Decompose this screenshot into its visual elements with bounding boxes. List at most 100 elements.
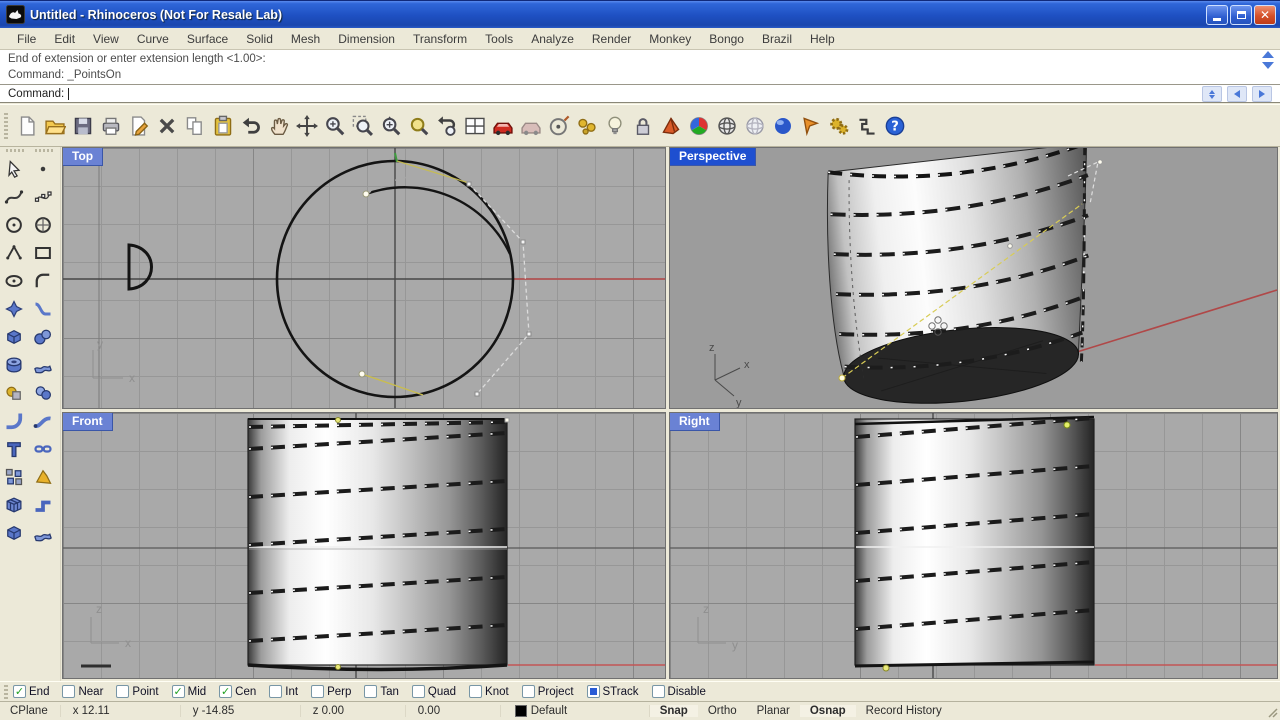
osnap-perp[interactable]: Perp bbox=[311, 685, 351, 698]
viewport-right[interactable]: z y Right bbox=[669, 412, 1278, 679]
settings-gears-button[interactable] bbox=[825, 112, 853, 140]
render-preview-button[interactable] bbox=[517, 112, 545, 140]
shade-mode-button[interactable] bbox=[657, 112, 685, 140]
menu-item-analyze[interactable]: Analyze bbox=[522, 30, 583, 48]
tool-mesh-strip-button[interactable] bbox=[29, 351, 56, 379]
resize-grip[interactable] bbox=[1266, 706, 1278, 718]
menu-item-render[interactable]: Render bbox=[583, 30, 640, 48]
menu-item-view[interactable]: View bbox=[84, 30, 128, 48]
history-record-button[interactable] bbox=[853, 112, 881, 140]
tool-fillet-edge-button[interactable] bbox=[0, 407, 27, 435]
tool-surface-patch-button[interactable] bbox=[0, 295, 27, 323]
tool-solid-box-button[interactable] bbox=[0, 323, 27, 351]
viewport-title-top[interactable]: Top bbox=[63, 148, 104, 166]
tool-point-edit-button[interactable] bbox=[29, 183, 56, 211]
osnap-int[interactable]: Int bbox=[269, 685, 298, 698]
osnap-point[interactable]: Point bbox=[116, 685, 159, 698]
print-button[interactable] bbox=[97, 112, 125, 140]
close-button[interactable]: ✕ bbox=[1254, 4, 1276, 25]
tool-boolean-diff-button[interactable] bbox=[29, 379, 56, 407]
command-history[interactable]: End of extension or enter extension leng… bbox=[0, 50, 1280, 85]
status-pane-planar[interactable]: Planar bbox=[747, 705, 800, 717]
tool-fin-tool-button[interactable] bbox=[29, 463, 56, 491]
osnap-cen[interactable]: ✓ Cen bbox=[219, 685, 256, 698]
osnap-near[interactable]: Near bbox=[62, 685, 103, 698]
rotate-view-button[interactable] bbox=[293, 112, 321, 140]
command-next-button[interactable] bbox=[1252, 86, 1272, 102]
osnap-end[interactable]: ✓ End bbox=[13, 685, 49, 698]
tool-solid-tube-button[interactable] bbox=[0, 351, 27, 379]
cylinder-3d[interactable] bbox=[818, 148, 1112, 408]
control-point[interactable] bbox=[474, 391, 480, 397]
scroll-down-icon[interactable] bbox=[1262, 62, 1274, 69]
viewport-perspective[interactable]: z x y Perspective bbox=[669, 147, 1278, 409]
control-point[interactable] bbox=[520, 239, 526, 245]
osnap-mid[interactable]: ✓ Mid bbox=[171, 685, 206, 698]
menu-item-file[interactable]: File bbox=[8, 30, 45, 48]
viewport-title-right[interactable]: Right bbox=[670, 413, 720, 431]
lock-button[interactable] bbox=[629, 112, 657, 140]
viewport-front[interactable]: z x Front bbox=[62, 412, 666, 679]
gumball-balls-button[interactable] bbox=[573, 112, 601, 140]
menu-item-edit[interactable]: Edit bbox=[45, 30, 84, 48]
menu-item-brazil[interactable]: Brazil bbox=[753, 30, 801, 48]
control-point[interactable] bbox=[335, 417, 341, 423]
tool-solid-spheres-button[interactable] bbox=[29, 323, 56, 351]
viewport-title-perspective[interactable]: Perspective bbox=[670, 148, 757, 166]
tool-elbow-button[interactable] bbox=[29, 491, 56, 519]
save-button[interactable] bbox=[69, 112, 97, 140]
orient-cplane-button[interactable] bbox=[545, 112, 573, 140]
osnap-project[interactable]: Project bbox=[521, 685, 574, 698]
menu-item-monkey[interactable]: Monkey bbox=[640, 30, 700, 48]
control-point[interactable] bbox=[838, 374, 846, 382]
zoom-window-button[interactable] bbox=[349, 112, 377, 140]
control-point[interactable] bbox=[1097, 159, 1103, 165]
menu-item-curve[interactable]: Curve bbox=[128, 30, 178, 48]
status-pane-record-history[interactable]: Record History bbox=[856, 705, 952, 717]
osnap-quad[interactable]: Quad bbox=[411, 685, 456, 698]
command-line[interactable]: Command: bbox=[0, 85, 1280, 103]
tool-boolean-union-button[interactable] bbox=[0, 379, 27, 407]
osnap-knot[interactable]: Knot bbox=[469, 685, 509, 698]
render-car-button[interactable] bbox=[489, 112, 517, 140]
menu-item-surface[interactable]: Surface bbox=[178, 30, 237, 48]
viewport-title-front[interactable]: Front bbox=[63, 413, 113, 431]
viewport-top[interactable]: y x Top bbox=[62, 147, 666, 409]
zoom-button[interactable] bbox=[321, 112, 349, 140]
menu-item-solid[interactable]: Solid bbox=[237, 30, 282, 48]
scroll-up-icon[interactable] bbox=[1262, 51, 1274, 58]
tool-solid-box-button[interactable] bbox=[0, 519, 27, 547]
color-wheel-button[interactable] bbox=[685, 112, 713, 140]
delete-button[interactable] bbox=[153, 112, 181, 140]
menu-item-dimension[interactable]: Dimension bbox=[329, 30, 404, 48]
control-point[interactable] bbox=[1007, 243, 1013, 249]
tool-surface-blend-button[interactable] bbox=[29, 295, 56, 323]
status-pane-osnap[interactable]: Osnap bbox=[799, 705, 856, 717]
tool-circle-3pt-button[interactable] bbox=[29, 211, 56, 239]
osnap-drag-handle[interactable] bbox=[4, 684, 8, 699]
titlebar[interactable]: Untitled - Rhinoceros (Not For Resale La… bbox=[0, 0, 1280, 28]
osnap-disable[interactable]: Disable bbox=[651, 685, 706, 698]
control-point[interactable] bbox=[466, 181, 472, 187]
copy-button[interactable] bbox=[181, 112, 209, 140]
osnap-strack[interactable]: STrack bbox=[586, 685, 639, 698]
new-file-button[interactable] bbox=[13, 112, 41, 140]
command-prev-button[interactable] bbox=[1227, 86, 1247, 102]
paste-button[interactable] bbox=[209, 112, 237, 140]
tool-curve-button[interactable] bbox=[0, 183, 27, 211]
control-point[interactable] bbox=[362, 190, 370, 198]
control-point[interactable] bbox=[1063, 421, 1071, 429]
toolbar-drag-handle[interactable] bbox=[4, 112, 8, 139]
tool-text-tool-button[interactable] bbox=[0, 435, 27, 463]
tool-mesh-box-button[interactable] bbox=[0, 491, 27, 519]
command-spinner[interactable] bbox=[1202, 86, 1222, 102]
tool-select-button[interactable] bbox=[0, 155, 27, 183]
control-point[interactable] bbox=[882, 664, 890, 672]
minimize-button[interactable] bbox=[1206, 4, 1228, 25]
cylinder-front[interactable] bbox=[247, 418, 508, 666]
tool-curve-interp-button[interactable] bbox=[0, 239, 27, 267]
tool-circle-tool-button[interactable] bbox=[0, 211, 27, 239]
tool-block-squares-button[interactable] bbox=[0, 463, 27, 491]
undo-button[interactable] bbox=[237, 112, 265, 140]
control-point[interactable] bbox=[504, 417, 510, 423]
